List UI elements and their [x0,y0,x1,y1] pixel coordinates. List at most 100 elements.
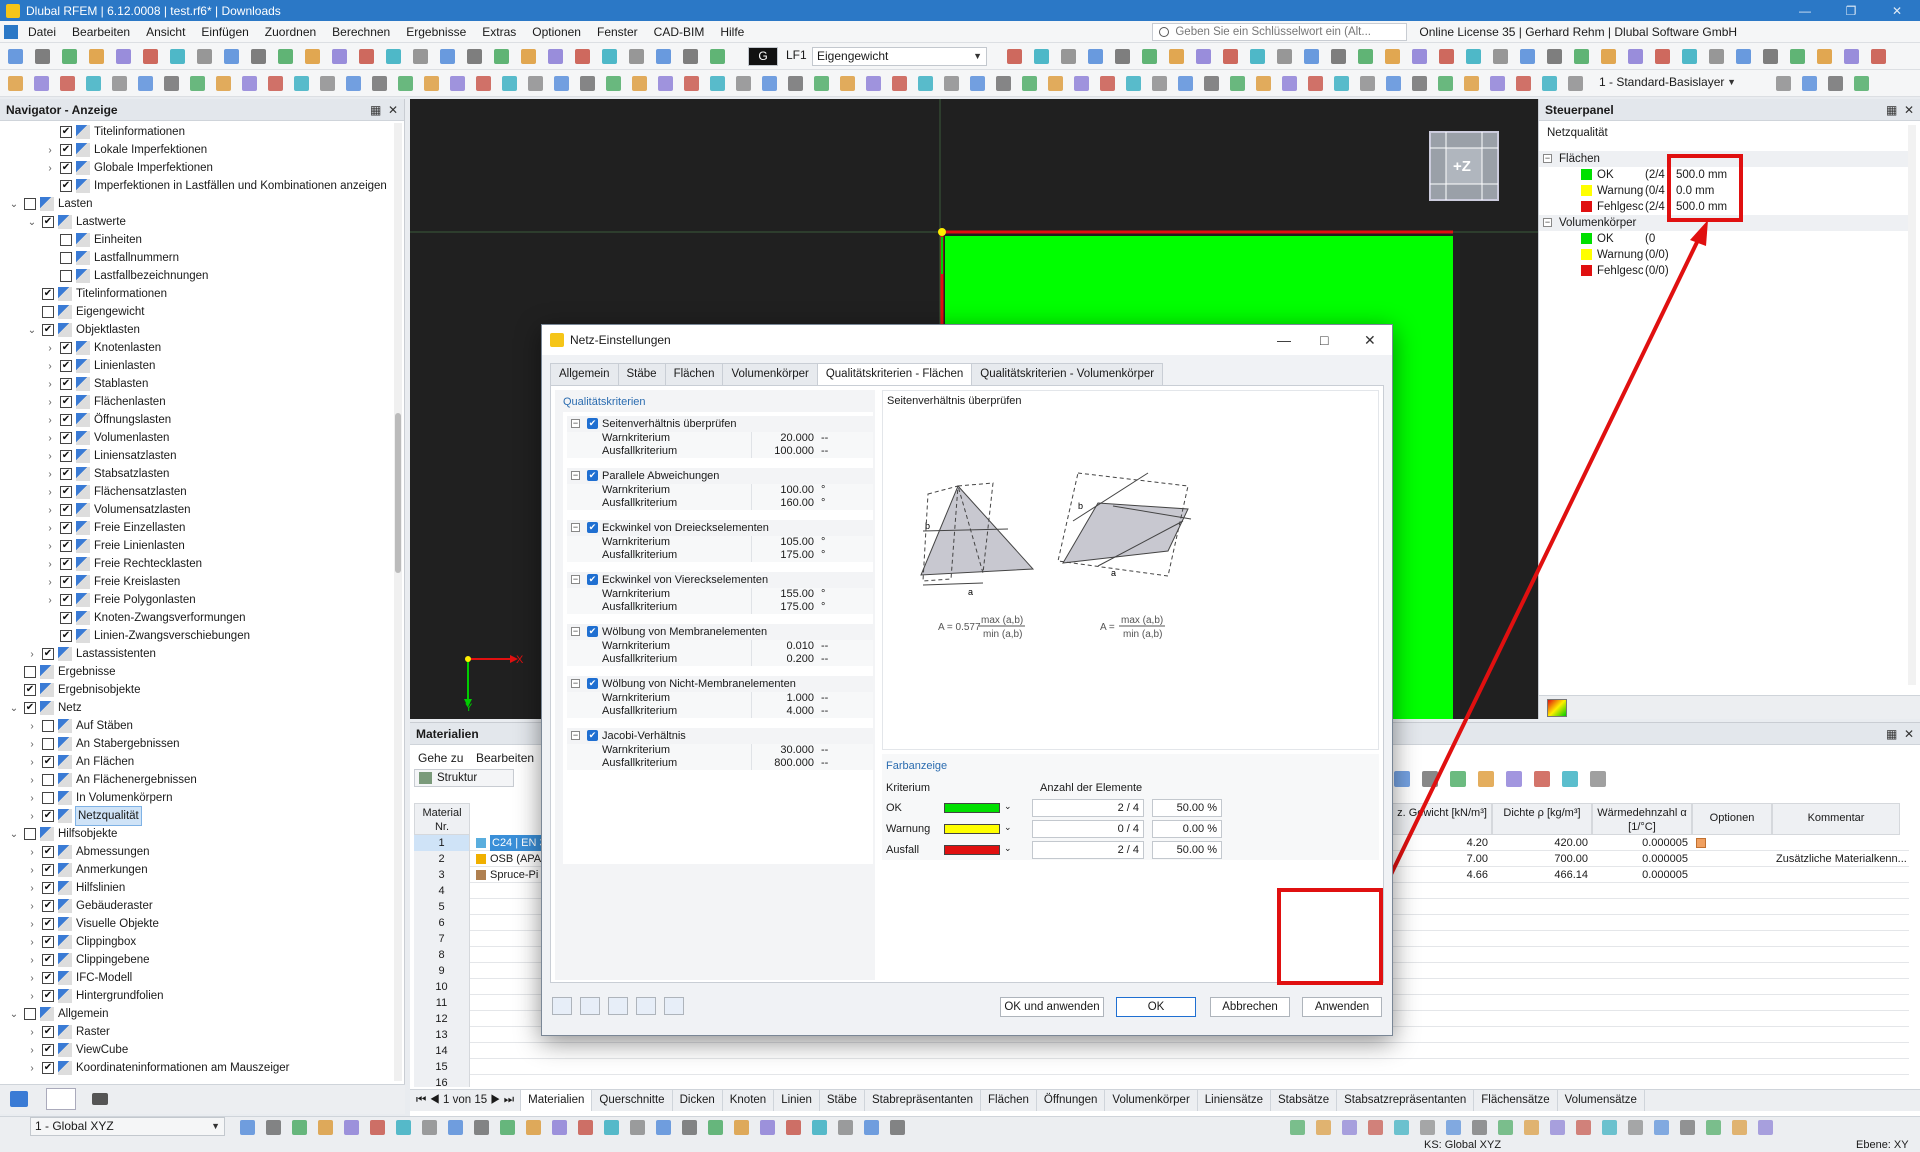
nav-tree-item[interactable]: › ✔ Clippingbox [0,933,392,951]
nav-tree-item[interactable]: ⌄ ✔ Objektlasten [0,321,392,339]
nav-tree-item[interactable]: ✔ Titelinformationen [0,123,392,141]
expand-icon[interactable]: › [26,754,38,772]
toolbar-tool-icon[interactable] [548,49,563,64]
nav-checkbox[interactable]: ✔ [60,162,72,174]
table-tab[interactable]: Volumenkörper [1105,1090,1198,1111]
nav-checkbox[interactable]: ✔ [42,810,54,822]
nav-tree-item[interactable]: ⌄ ✔ Netz [0,699,392,717]
toolbar-tool-icon[interactable] [278,49,293,64]
nav-tree-item[interactable]: › ✔ Knotenlasten [0,339,392,357]
nav-tree-item[interactable]: › An Stabergebnissen [0,735,392,753]
coordinate-system-select[interactable]: 1 - Global XYZ ▼ [30,1117,225,1136]
nav-tree-item[interactable]: ⌄ Hilfsobjekte [0,825,392,843]
toolbar-tool-icon[interactable] [424,76,439,91]
keyword-search-input[interactable]: Geben Sie ein Schlüsselwort ein (Alt... [1152,22,1408,41]
toolbar-tool-icon[interactable] [1601,49,1616,64]
nav-tree-item[interactable]: › ✔ Raster [0,1023,392,1041]
snap-tool-icon[interactable] [448,1120,463,1135]
dialog-tab[interactable]: Qualitätskriterien - Flächen [816,363,973,386]
table-tab[interactable]: Flächensätze [1474,1090,1558,1111]
nav-checkbox[interactable]: ✔ [42,936,54,948]
table-tab[interactable]: Liniensätze [1198,1090,1271,1111]
expand-icon[interactable]: › [26,1042,38,1060]
toolbar-tool-icon[interactable] [386,49,401,64]
expand-icon[interactable]: › [26,952,38,970]
fail-value-input[interactable]: 175.00 [751,601,817,614]
nav-checkbox[interactable]: ✔ [60,504,72,516]
nav-checkbox[interactable]: ✔ [60,414,72,426]
expand-icon[interactable]: › [26,1060,38,1078]
toolbar-tool-icon[interactable] [372,76,387,91]
dialog-tool-icon[interactable] [636,997,656,1015]
toolbar-tool-icon[interactable] [170,49,185,64]
nav-tree-item[interactable]: › Auf Stäben [0,717,392,735]
nav-tree-item[interactable]: › ✔ Freie Rechtecklasten [0,555,392,573]
expand-icon[interactable]: › [44,394,56,412]
loadcase-select[interactable]: Eigengewicht ▼ [812,47,987,66]
nav-checkbox[interactable]: ✔ [42,900,54,912]
toolbar-tool-icon[interactable] [1250,49,1265,64]
criterion-header[interactable]: − ✔ Parallele Abweichungen [567,468,873,484]
toolbar-tool-icon[interactable] [1088,49,1103,64]
snap-tool-icon[interactable] [292,1120,307,1135]
toolbar-tool-icon[interactable] [268,76,283,91]
toolbar-tool-icon[interactable] [1358,49,1373,64]
toolbar-tool-icon[interactable] [116,49,131,64]
pin-close-icon[interactable]: ▦ ✕ [370,99,398,121]
nav-tree-item[interactable]: › ✔ Visuelle Objekte [0,915,392,933]
snap-tool-icon[interactable] [682,1120,697,1135]
nav-tree-item[interactable]: › ✔ Flächenlasten [0,393,392,411]
toolbar-tool-icon[interactable] [521,49,536,64]
collapse-icon[interactable]: − [571,679,580,688]
view-mode-icon[interactable] [1498,1120,1513,1135]
nav-tree-item[interactable]: › ✔ Stablasten [0,375,392,393]
table-tool-icon[interactable] [1534,771,1550,787]
nav-checkbox[interactable] [42,306,54,318]
snap-tool-icon[interactable] [370,1120,385,1135]
toolbar-tool-icon[interactable] [1152,76,1167,91]
snap-tool-icon[interactable] [890,1120,905,1135]
criterion-header[interactable]: − ✔ Eckwinkel von Viereckselementen [567,572,873,588]
toolbar-tool-icon[interactable] [346,76,361,91]
nav-tree-item[interactable]: › ✔ An Flächen [0,753,392,771]
expand-icon[interactable]: › [26,988,38,1006]
dialog-close-icon[interactable]: ✕ [1364,325,1376,355]
criterion-checkbox[interactable]: ✔ [587,730,598,741]
expand-icon[interactable]: › [44,160,56,178]
expand-icon[interactable]: › [26,736,38,754]
snap-tool-icon[interactable] [812,1120,827,1135]
table-tool-icon[interactable] [1478,771,1494,787]
view-mode-icon[interactable] [1680,1120,1695,1135]
toolbar-tool-icon[interactable] [1178,76,1193,91]
fail-value-input[interactable]: 175.00 [751,549,817,562]
nav-tree-item[interactable]: Einheiten [0,231,392,249]
maximize-button[interactable]: ❐ [1828,4,1874,18]
toolbar-tool-icon[interactable] [1142,49,1157,64]
toolbar-tool-icon[interactable] [892,76,907,91]
view-mode-icon[interactable] [1316,1120,1331,1135]
warn-value-input[interactable]: 0.010 [751,640,817,653]
nav-tree-item[interactable]: › An Flächenergebnissen [0,771,392,789]
menu-ansicht[interactable]: Ansicht [138,21,193,43]
view-mode-icon[interactable] [1524,1120,1539,1135]
apply-button[interactable]: Anwenden [1302,997,1382,1017]
cancel-button[interactable]: Abbrechen [1210,997,1290,1017]
criterion-header[interactable]: − ✔ Seitenverhältnis überprüfen [567,416,873,432]
expand-icon[interactable]: › [26,808,38,826]
nav-checkbox[interactable]: ✔ [60,522,72,534]
nav-checkbox[interactable] [60,234,72,246]
nav-checkbox[interactable]: ✔ [42,324,54,336]
view-mode-icon[interactable] [1576,1120,1591,1135]
toolbar-tool-icon[interactable] [251,49,266,64]
snap-tool-icon[interactable] [344,1120,359,1135]
criterion-header[interactable]: − ✔ Wölbung von Nicht-Membranelementen [567,676,873,692]
nav-checkbox[interactable]: ✔ [60,144,72,156]
toolbar-tool-icon[interactable] [1100,76,1115,91]
expand-icon[interactable]: › [44,448,56,466]
toolbar-tool-icon[interactable] [8,49,23,64]
toolbar-tool-icon[interactable] [216,76,231,91]
navigator-scrollbar[interactable] [394,123,402,1081]
expand-icon[interactable]: › [26,898,38,916]
expand-icon[interactable]: › [44,340,56,358]
toolbar-tool-icon[interactable] [970,76,985,91]
